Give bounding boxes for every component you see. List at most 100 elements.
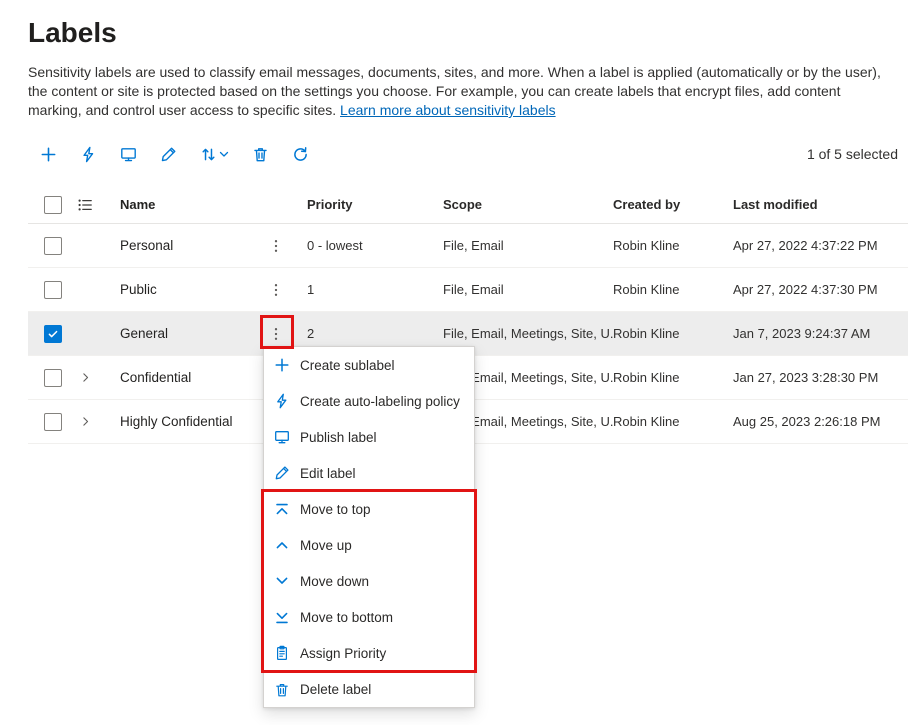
label-last-modified: Apr 27, 2022 4:37:22 PM: [733, 238, 908, 253]
select-all-checkbox[interactable]: [44, 196, 62, 214]
label-last-modified: Aug 25, 2023 2:26:18 PM: [733, 414, 908, 429]
chevron-right-icon: [79, 371, 92, 384]
expand-row-button[interactable]: [79, 371, 92, 384]
row-checkbox-cell: [28, 237, 66, 255]
more-vertical-icon: [268, 326, 284, 342]
column-header-created-by[interactable]: Created by: [613, 197, 733, 212]
delete-label-button[interactable]: [240, 134, 280, 174]
row-checkbox[interactable]: [44, 325, 62, 343]
menu-item-label: Assign Priority: [300, 646, 386, 661]
label-name: Public: [104, 282, 259, 297]
menu-item-label: Edit label: [300, 466, 356, 481]
label-scope: File, Email: [443, 238, 613, 253]
label-name: Highly Confidential: [104, 414, 259, 429]
row-checkbox-cell: [28, 369, 66, 387]
row-checkbox[interactable]: [44, 281, 62, 299]
trash-icon: [274, 682, 290, 698]
menu-item-label: Delete label: [300, 682, 371, 697]
label-scope: File, Email, Meetings, Site, U...: [443, 326, 613, 341]
column-header-priority[interactable]: Priority: [293, 197, 443, 212]
row-actions-cell: [259, 231, 293, 261]
header-listview-cell: [66, 197, 104, 213]
row-expander-cell: [66, 415, 104, 428]
column-header-name[interactable]: Name: [104, 197, 259, 212]
move-down-icon: [274, 573, 290, 589]
auto-labeling-button[interactable]: [68, 134, 108, 174]
refresh-icon: [292, 146, 309, 163]
more-actions-button[interactable]: [261, 319, 291, 349]
label-last-modified: Jan 27, 2023 3:28:30 PM: [733, 370, 908, 385]
edit-icon: [160, 146, 177, 163]
label-priority: 2: [293, 326, 443, 341]
menu-item-create-sublabel[interactable]: Create sublabel: [264, 347, 474, 383]
add-icon: [40, 146, 57, 163]
column-header-last-modified[interactable]: Last modified: [733, 197, 908, 212]
menu-item-delete-label[interactable]: Delete label: [264, 671, 474, 707]
row-actions-cell: [259, 275, 293, 305]
menu-item-label: Move up: [300, 538, 352, 553]
menu-item-assign-priority[interactable]: Assign Priority: [264, 635, 474, 671]
edit-icon: [274, 465, 290, 481]
sort-button[interactable]: [188, 134, 240, 174]
label-created-by: Robin Kline: [613, 282, 733, 297]
add-label-button[interactable]: [28, 134, 68, 174]
menu-item-label: Move down: [300, 574, 369, 589]
menu-item-create-auto-labeling-policy[interactable]: Create auto-labeling policy: [264, 383, 474, 419]
row-checkbox[interactable]: [44, 369, 62, 387]
menu-item-label: Publish label: [300, 430, 377, 445]
row-checkbox[interactable]: [44, 413, 62, 431]
learn-more-link[interactable]: Learn more about sensitivity labels: [340, 102, 556, 118]
label-priority: 0 - lowest: [293, 238, 443, 253]
table-header-row: Name Priority Scope Created by Last modi…: [28, 186, 908, 224]
edit-label-button[interactable]: [148, 134, 188, 174]
row-checkbox-cell: [28, 281, 66, 299]
selection-status: 1 of 5 selected: [807, 146, 898, 162]
more-vertical-icon: [268, 282, 284, 298]
row-checkbox-cell: [28, 413, 66, 431]
publish-icon: [120, 146, 137, 163]
chevron-right-icon: [79, 415, 92, 428]
list-view-button[interactable]: [77, 197, 93, 213]
more-vertical-icon: [268, 238, 284, 254]
move-to-bottom-icon: [274, 609, 290, 625]
bulleted-list-icon: [77, 197, 93, 213]
label-name: Personal: [104, 238, 259, 253]
publish-label-button[interactable]: [108, 134, 148, 174]
labels-page: Labels Sensitivity labels are used to cl…: [0, 0, 918, 725]
row-actions-cell: [259, 319, 293, 349]
assign-priority-icon: [274, 645, 290, 661]
menu-item-move-to-bottom[interactable]: Move to bottom: [264, 599, 474, 635]
menu-item-label: Create auto-labeling policy: [300, 394, 460, 409]
page-title: Labels: [28, 16, 908, 50]
menu-item-move-to-top[interactable]: Move to top: [264, 491, 474, 527]
sort-icon: [200, 146, 217, 163]
label-priority: 1: [293, 282, 443, 297]
menu-item-move-up[interactable]: Move up: [264, 527, 474, 563]
label-name: General: [104, 326, 259, 341]
label-created-by: Robin Kline: [613, 238, 733, 253]
label-last-modified: Apr 27, 2022 4:37:30 PM: [733, 282, 908, 297]
page-description: Sensitivity labels are used to classify …: [28, 63, 892, 120]
move-up-icon: [274, 537, 290, 553]
row-expander-cell: [66, 371, 104, 384]
label-scope: File, Email: [443, 282, 613, 297]
header-checkbox-cell: [28, 196, 66, 214]
more-actions-button[interactable]: [261, 231, 291, 261]
table-row[interactable]: Personal 0 - lowest File, Email Robin Kl…: [28, 224, 908, 268]
more-actions-button[interactable]: [261, 275, 291, 305]
menu-item-edit-label[interactable]: Edit label: [264, 455, 474, 491]
menu-item-publish-label[interactable]: Publish label: [264, 419, 474, 455]
auto-labeling-icon: [274, 393, 290, 409]
table-row[interactable]: Public 1 File, Email Robin Kline Apr 27,…: [28, 268, 908, 312]
chevron-down-icon: [219, 149, 229, 159]
label-created-by: Robin Kline: [613, 326, 733, 341]
context-menu: Create sublabel Create auto-labeling pol…: [263, 346, 475, 708]
column-header-scope[interactable]: Scope: [443, 197, 613, 212]
menu-item-move-down[interactable]: Move down: [264, 563, 474, 599]
refresh-button[interactable]: [280, 134, 320, 174]
label-created-by: Robin Kline: [613, 414, 733, 429]
delete-icon: [252, 146, 269, 163]
expand-row-button[interactable]: [79, 415, 92, 428]
row-checkbox[interactable]: [44, 237, 62, 255]
move-to-top-icon: [274, 502, 290, 518]
